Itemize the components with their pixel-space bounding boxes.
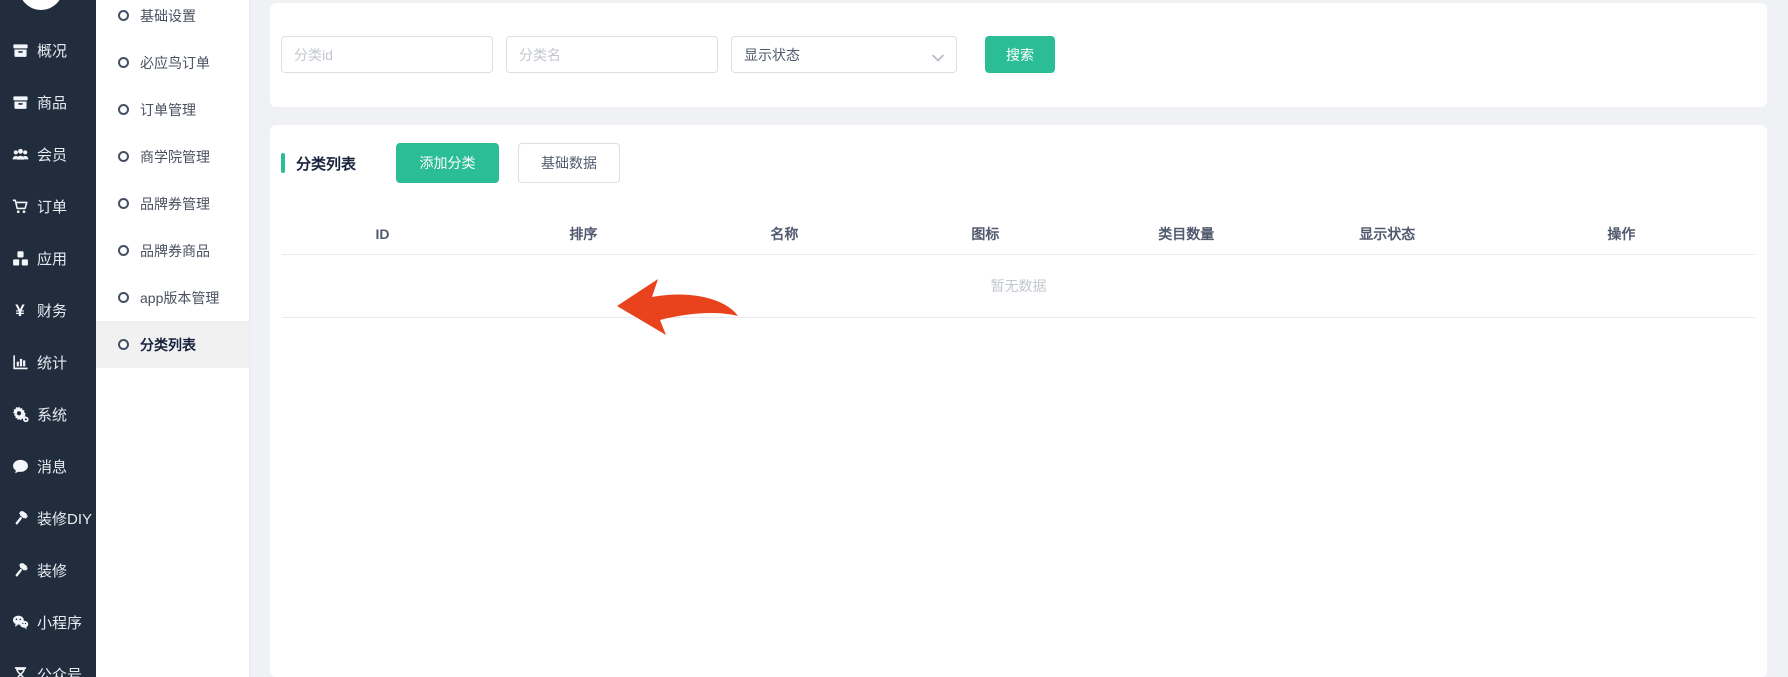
main-content: 显示状态 搜索 分类列表 添加分类 基础数据 ID排序名称图标类目数量显示状态操… (250, 0, 1788, 677)
circle-icon (118, 339, 129, 350)
chevron-down-icon (932, 50, 944, 66)
submenu-item-品牌券商品[interactable]: 品牌券商品 (96, 227, 249, 274)
category-list-card: 分类列表 添加分类 基础数据 ID排序名称图标类目数量显示状态操作 暂无数据 (270, 125, 1767, 677)
filter-row: 显示状态 搜索 (281, 36, 1055, 73)
users-icon (11, 145, 29, 163)
submenu-item-品牌券管理[interactable]: 品牌券管理 (96, 180, 249, 227)
sidebar-item-应用[interactable]: 应用 (0, 232, 96, 284)
sidebar-item-公众号[interactable]: 公众号 (0, 648, 96, 677)
circle-icon (118, 151, 129, 162)
sidebar-item-label: 消息 (37, 456, 67, 477)
submenu-item-label: app版本管理 (140, 288, 219, 308)
comment-icon (11, 457, 29, 475)
panel-title: 分类列表 (296, 153, 356, 174)
table-header-row: ID排序名称图标类目数量显示状态操作 (282, 213, 1755, 255)
submenu-item-订单管理[interactable]: 订单管理 (96, 86, 249, 133)
submenu-item-label: 商学院管理 (140, 147, 210, 167)
sidebar-item-label: 公众号 (37, 664, 82, 677)
table-column-header-名称: 名称 (684, 224, 885, 244)
circle-icon (118, 57, 129, 68)
chart-icon (11, 353, 29, 371)
category-id-input[interactable] (281, 36, 493, 73)
sidebar-item-商品[interactable]: 商品 (0, 76, 96, 128)
display-status-value: 显示状态 (744, 45, 800, 65)
table-empty-row: 暂无数据 (282, 255, 1755, 318)
circle-icon (118, 245, 129, 256)
empty-state-text: 暂无数据 (991, 276, 1047, 296)
circle-icon (118, 198, 129, 209)
sidebar-item-会员[interactable]: 会员 (0, 128, 96, 180)
sidebar-item-统计[interactable]: 统计 (0, 336, 96, 388)
sidebar-item-label: 系统 (37, 404, 67, 425)
submenu-item-label: 分类列表 (140, 335, 196, 355)
box-icon (11, 93, 29, 111)
sidebar-item-订单[interactable]: 订单 (0, 180, 96, 232)
sidebar-item-label: 小程序 (37, 612, 82, 633)
sidebar-item-财务[interactable]: ¥ 财务 (0, 284, 96, 336)
submenu-item-app版本管理[interactable]: app版本管理 (96, 274, 249, 321)
display-status-select[interactable]: 显示状态 (731, 36, 957, 73)
sidebar-item-小程序[interactable]: 小程序 (0, 596, 96, 648)
hourglass-icon (11, 665, 29, 677)
sidebar-item-装修DIY[interactable]: 装修DIY (0, 492, 96, 544)
sidebar-item-label: 会员 (37, 144, 67, 165)
table-column-header-图标: 图标 (885, 224, 1086, 244)
submenu-item-label: 品牌券商品 (140, 241, 210, 261)
secondary-sidebar: 基础设置必应鸟订单订单管理商学院管理品牌券管理品牌券商品 app版本管理分类列表 (96, 0, 250, 677)
table-column-header-排序: 排序 (483, 224, 684, 244)
table-column-header-ID: ID (282, 226, 483, 242)
submenu-item-分类列表[interactable]: 分类列表 (96, 321, 249, 368)
sidebar-item-label: 装修 (37, 560, 67, 581)
title-accent-bar (281, 153, 285, 173)
submenu-item-label: 基础设置 (140, 6, 196, 26)
panel-header: 分类列表 添加分类 基础数据 (281, 143, 620, 183)
table-column-header-操作: 操作 (1488, 224, 1755, 244)
sidebar-item-label: 财务 (37, 300, 67, 321)
base-data-button[interactable]: 基础数据 (518, 143, 620, 183)
hammer-icon (11, 509, 29, 527)
sidebar-item-消息[interactable]: 消息 (0, 440, 96, 492)
sidebar-item-label: 统计 (37, 352, 67, 373)
secondary-nav-list: 基础设置必应鸟订单订单管理商学院管理品牌券管理品牌券商品 app版本管理分类列表 (96, 0, 249, 368)
sidebar-item-label: 概况 (37, 40, 67, 61)
category-name-input[interactable] (506, 36, 718, 73)
yen-icon: ¥ (11, 301, 29, 319)
sidebar-item-装修[interactable]: 装修 (0, 544, 96, 596)
search-button[interactable]: 搜索 (985, 36, 1055, 73)
circle-icon (118, 292, 129, 303)
circle-icon (118, 104, 129, 115)
box-icon (11, 41, 29, 59)
sidebar-item-label: 订单 (37, 196, 67, 217)
submenu-item-label: 订单管理 (140, 100, 196, 120)
submenu-item-基础设置[interactable]: 基础设置 (96, 0, 249, 39)
sidebar-item-概况[interactable]: 概况 (0, 24, 96, 76)
sidebar-item-label: 装修DIY (37, 508, 92, 529)
add-category-button[interactable]: 添加分类 (396, 143, 499, 183)
submenu-item-label: 必应鸟订单 (140, 53, 210, 73)
submenu-item-必应鸟订单[interactable]: 必应鸟订单 (96, 39, 249, 86)
circle-icon (118, 10, 129, 21)
gears-icon (11, 405, 29, 423)
sidebar-item-label: 应用 (37, 248, 67, 269)
submenu-item-label: 品牌券管理 (140, 194, 210, 214)
sidebar-item-系统[interactable]: 系统 (0, 388, 96, 440)
primary-sidebar: 概况商品会员订单应用 ¥ 财务统计系统消息装修DIY 装修小程序公众号 (0, 0, 96, 677)
primary-nav-list: 概况商品会员订单应用 ¥ 财务统计系统消息装修DIY 装修小程序公众号 (0, 0, 96, 677)
cart-icon (11, 197, 29, 215)
sidebar-item-label: 商品 (37, 92, 67, 113)
table-column-header-显示状态: 显示状态 (1287, 224, 1488, 244)
hammer-icon (11, 561, 29, 579)
cubes-icon (11, 249, 29, 267)
wechat-icon (11, 613, 29, 631)
filter-card: 显示状态 搜索 (270, 3, 1767, 107)
table-column-header-类目数量: 类目数量 (1086, 224, 1287, 244)
submenu-item-商学院管理[interactable]: 商学院管理 (96, 133, 249, 180)
